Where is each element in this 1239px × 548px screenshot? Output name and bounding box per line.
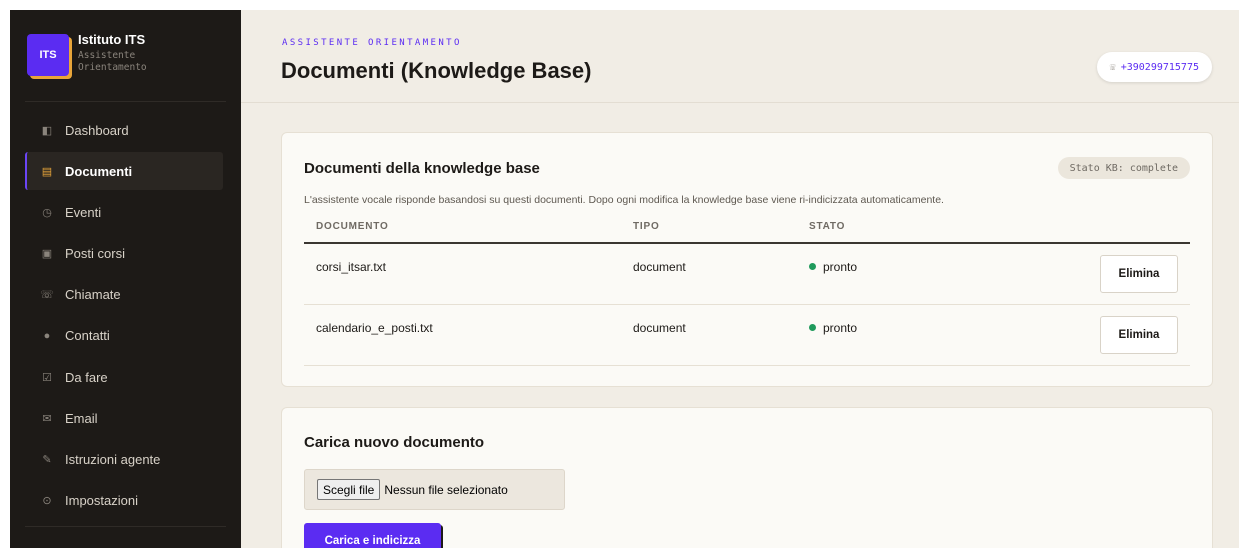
brand-logo: ITS [27,34,69,76]
sidebar-item-label: Impostazioni [65,493,138,509]
calendar-icon: ▣ [41,248,53,261]
main-content: ASSISTENTE ORIENTAMENTO Documenti (Knowl… [241,10,1239,548]
mail-icon: ✉ [42,412,52,425]
document-status: pronto [809,260,857,274]
sidebar-item-posti-corsi[interactable]: ▣ Posti corsi [25,235,223,273]
file-status: Nessun file selezionato [384,482,508,497]
sidebar-item-label: Eventi [65,204,102,220]
status-dot-icon [809,324,816,331]
dashboard-icon: ◧ [41,124,53,137]
table-row: calendario_e_posti.txt document pronto E… [304,305,1190,366]
sidebar-item-eventi[interactable]: ◷ Eventi [25,193,223,231]
document-name: corsi_itsar.txt [316,260,387,274]
status-dot-icon [809,263,816,270]
column-header-document: DOCUMENTO [316,221,389,232]
sidebar-item-label: Documenti [65,163,133,179]
table-header: DOCUMENTO TIPO STATO [304,211,1190,244]
file-input[interactable]: Scegli file Nessun file selezionato [304,469,565,510]
contact-icon: ● [43,329,51,342]
phone-icon: ☏ [1109,61,1116,73]
sidebar-item-label: Da fare [65,369,108,385]
delete-button[interactable]: Elimina [1100,255,1178,293]
sidebar-item-label: Chiamate [65,287,121,303]
document-name: calendario_e_posti.txt [316,321,433,335]
upload-card: Carica nuovo documento Scegli file Nessu… [281,407,1213,548]
brand-name: Istituto ITS [78,32,146,47]
document-status: pronto [809,321,857,335]
document-type: document [633,321,686,335]
phone-number-badge[interactable]: ☏ +390299715775 [1096,52,1212,82]
brand[interactable]: ITS Istituto ITS Assistente Orientamento [27,32,147,76]
sidebar-nav: ◧ Dashboard ▤ Documenti ◷ Eventi ▣ Posti corsi ☏… [25,111,223,523]
page-eyebrow: ASSISTENTE ORIENTAMENTO [282,38,462,48]
kb-status-badge: Stato KB: complete [1057,157,1190,179]
page-title: Documenti (Knowledge Base) [281,58,592,83]
sidebar-item-label: Contatti [65,328,110,344]
settings-icon: ⊙ [42,495,52,508]
page-header: ASSISTENTE ORIENTAMENTO Documenti (Knowl… [241,10,1239,103]
checkbox-icon: ☑ [42,371,52,384]
sidebar-item-istruzioni-agente[interactable]: ✎ Istruzioni agente [25,441,223,479]
sidebar: ITS Istituto ITS Assistente Orientamento… [10,10,241,548]
table-row: corsi_itsar.txt document pronto Elimina [304,244,1190,305]
upload-card-title: Carica nuovo documento [304,434,485,451]
phone-number: +390299715775 [1120,61,1199,73]
sidebar-item-label: Istruzioni agente [65,452,161,467]
phone-icon: ☏ [40,289,54,302]
upload-index-button[interactable]: Carica e indicizza [304,523,441,548]
sidebar-divider-bottom [25,526,226,527]
sidebar-item-label: Posti corsi [65,246,125,262]
column-header-status: STATO [809,221,846,232]
brand-subtitle: Assistente Orientamento [78,50,147,73]
sidebar-divider [25,101,226,102]
choose-file-button[interactable]: Scegli file [317,479,381,500]
column-header-type: TIPO [633,221,660,232]
clock-icon: ◷ [42,206,52,219]
sidebar-item-email[interactable]: ✉ Email [25,399,223,437]
sidebar-item-label: Email [65,410,98,426]
documents-icon: ▤ [41,165,53,178]
sidebar-item-da-fare[interactable]: ☑ Da fare [25,358,223,396]
documents-table: DOCUMENTO TIPO STATO corsi_itsar.txt doc… [304,211,1190,366]
sidebar-item-chiamate[interactable]: ☏ Chiamate [25,276,223,314]
sidebar-item-label: Dashboard [65,122,129,138]
sidebar-item-impostazioni[interactable]: ⊙ Impostazioni [25,482,223,520]
sidebar-item-contatti[interactable]: ● Contatti [25,317,223,355]
kb-documents-card: Documenti della knowledge base Stato KB:… [281,132,1213,387]
delete-button[interactable]: Elimina [1100,316,1178,354]
document-type: document [633,260,686,274]
sidebar-item-documenti[interactable]: ▤ Documenti [25,152,223,191]
kb-card-description: L'assistente vocale risponde basandosi s… [304,194,944,206]
kb-card-title: Documenti della knowledge base [304,160,540,177]
sidebar-item-dashboard[interactable]: ◧ Dashboard [25,111,223,149]
pen-icon: ✎ [42,454,52,466]
